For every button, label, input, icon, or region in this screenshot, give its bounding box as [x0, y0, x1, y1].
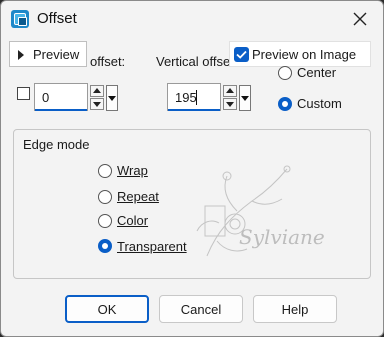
horizontal-offset-value: 0 — [42, 90, 50, 105]
wrap-radio[interactable] — [98, 164, 112, 178]
help-button[interactable]: Help — [253, 295, 337, 323]
close-button[interactable] — [343, 5, 377, 33]
help-button-label: Help — [281, 301, 309, 317]
expand-arrow-icon — [18, 50, 24, 60]
app-icon — [11, 10, 29, 28]
input-focus-underline — [168, 109, 220, 111]
custom-label: Custom — [297, 96, 342, 111]
horizontal-offset-input[interactable]: 0 — [34, 83, 88, 111]
vertical-dropdown-button[interactable] — [239, 85, 251, 111]
text-caret — [196, 90, 197, 105]
cancel-button-label: Cancel — [180, 301, 222, 317]
preview-label: Preview — [33, 47, 80, 62]
window-title: Offset — [37, 10, 77, 27]
custom-radio[interactable] — [278, 97, 292, 111]
watermark-text: Sylviane — [239, 225, 325, 249]
preview-on-image-label: Preview on Image — [252, 47, 357, 62]
vertical-offset-input[interactable]: 195 — [167, 83, 221, 111]
link-offsets-checkbox[interactable] — [17, 87, 30, 100]
edge-mode-title: Edge mode — [23, 137, 90, 152]
wrap-label: Wrap — [117, 163, 148, 178]
checkbox-checked-icon — [234, 47, 249, 62]
floral-watermark-icon — [196, 165, 291, 257]
transparent-radio[interactable] — [98, 239, 112, 253]
center-radio[interactable] — [278, 66, 292, 80]
color-label: Color — [117, 213, 149, 228]
horizontal-spin-up[interactable] — [90, 85, 104, 97]
close-icon — [353, 12, 367, 26]
repeat-radio[interactable] — [98, 190, 112, 204]
ok-button[interactable]: OK — [65, 295, 149, 323]
vertical-offset-value: 195 — [175, 90, 197, 105]
horizontal-spin-down[interactable] — [90, 98, 104, 110]
ok-button-label: OK — [97, 301, 117, 317]
vertical-offset-label: Vertical offse — [156, 54, 231, 69]
preview-toggle[interactable]: Preview — [9, 41, 87, 67]
offset-dialog: Offset offset: Vertical offse Preview Pr… — [0, 0, 384, 337]
title-bar: Offset — [1, 1, 383, 37]
vertical-spin-down[interactable] — [223, 98, 237, 110]
color-radio[interactable] — [98, 214, 112, 228]
horizontal-dropdown-button[interactable] — [106, 85, 118, 111]
vertical-spin-up[interactable] — [223, 85, 237, 97]
center-label: Center — [297, 65, 337, 80]
input-focus-underline — [35, 109, 87, 111]
horizontal-offset-label: offset: — [90, 54, 126, 69]
cancel-button[interactable]: Cancel — [159, 295, 243, 323]
checkmark-icon — [236, 50, 247, 59]
repeat-label: Repeat — [117, 189, 159, 204]
preview-on-image-checkbox[interactable]: Preview on Image — [229, 41, 371, 67]
